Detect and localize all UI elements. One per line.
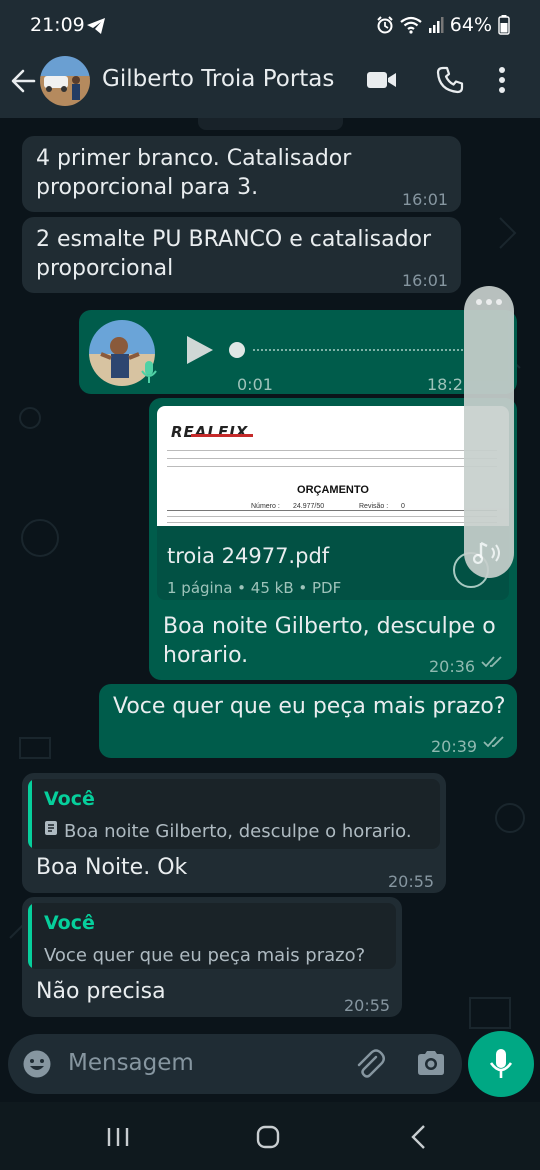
document-card[interactable]: REALFIX ORÇAMENTO Número : 24.977/50 Rev… (157, 406, 509, 600)
more-vert-icon[interactable] (498, 66, 506, 94)
message-input[interactable]: Mensagem (68, 1050, 194, 1076)
play-icon[interactable] (185, 334, 215, 366)
quote-accent-bar (28, 779, 32, 849)
message-text: Boa Noite. Ok (36, 855, 188, 880)
document-file-name: troia 24977.pdf (167, 544, 330, 568)
alarm-icon (377, 16, 393, 34)
message-text: Voce quer que eu peça mais prazo? (113, 694, 506, 719)
message-incoming[interactable]: 4 primer branco. Catalisador proporciona… (22, 136, 461, 212)
audio-progress-handle[interactable] (229, 342, 245, 358)
preview-title: ORÇAMENTO (297, 484, 369, 496)
system-nav-bar (0, 1102, 540, 1170)
quote-author: Você (44, 788, 95, 810)
home-icon[interactable] (256, 1125, 280, 1149)
recent-apps-icon[interactable] (106, 1126, 130, 1148)
chat-area[interactable]: 16:00 4 primer branco. Catalisador propo… (0, 118, 540, 1118)
status-bar: 21:09 64% (0, 0, 540, 52)
mic-button[interactable] (468, 1031, 534, 1097)
message-time: 16:01 (402, 190, 449, 209)
quoted-message[interactable]: Você Voce quer que eu peça mais prazo? (28, 903, 396, 969)
partial-time-label: 16:00 (198, 118, 343, 130)
wifi-icon (400, 16, 422, 34)
preview-logo-bar (191, 434, 253, 437)
audio-output-icon[interactable] (472, 540, 506, 566)
quote-accent-bar (28, 903, 32, 969)
status-time: 21:09 (30, 14, 85, 36)
quote-text: Boa noite Gilberto, desculpe o horario. (64, 821, 412, 842)
telegram-icon (87, 18, 105, 34)
message-text-line: 2 esmalte PU BRANCO e catalisador (36, 227, 432, 252)
mic-icon (489, 1049, 513, 1078)
camera-icon[interactable] (416, 1049, 446, 1077)
back-arrow-icon[interactable] (10, 68, 36, 94)
document-message-outgoing[interactable]: REALFIX ORÇAMENTO Número : 24.977/50 Rev… (149, 398, 517, 680)
battery-percent: 64% (449, 14, 492, 36)
message-text-line: proporcional (36, 256, 174, 281)
quote-text: Voce quer que eu peça mais prazo? (44, 945, 366, 966)
avatar-photo (40, 56, 90, 106)
quote-author: Você (44, 912, 95, 934)
message-text: Não precisa (36, 979, 166, 1004)
voice-note-mic-icon (141, 361, 157, 383)
read-ticks-icon (483, 736, 504, 748)
more-horiz-icon[interactable] (475, 298, 503, 306)
document-meta: 1 página • 45 kB • PDF (167, 579, 342, 597)
audio-waveform[interactable] (253, 349, 463, 351)
back-icon[interactable] (410, 1124, 426, 1150)
message-time: 20:55 (388, 872, 435, 891)
message-text-line: 4 primer branco. Catalisador (36, 146, 352, 171)
message-time: 20:36 (429, 657, 476, 676)
document-preview[interactable]: REALFIX ORÇAMENTO Número : 24.977/50 Rev… (157, 406, 509, 526)
message-time: 20:39 (431, 737, 478, 756)
phone-icon[interactable] (436, 66, 464, 94)
contact-avatar[interactable] (40, 56, 90, 106)
status-icons: 64% (376, 14, 510, 36)
signal-icon (428, 17, 444, 33)
floating-audio-panel[interactable] (464, 286, 514, 578)
read-ticks-icon (481, 656, 502, 668)
message-time: 20:55 (344, 996, 391, 1015)
message-text-line: Boa noite Gilberto, desculpe o (163, 614, 496, 639)
battery-icon (498, 15, 510, 35)
message-input-bar[interactable]: Mensagem (8, 1034, 462, 1094)
message-time: 16:01 (402, 271, 449, 290)
message-outgoing[interactable]: Voce quer que eu peça mais prazo? 20:39 (99, 684, 517, 758)
contact-name[interactable]: Gilberto Troia Portas (102, 66, 334, 92)
attach-icon[interactable] (354, 1048, 386, 1080)
reply-message-incoming[interactable]: Você Voce quer que eu peça mais prazo? N… (22, 897, 402, 1017)
message-text-line: proporcional para 3. (36, 175, 259, 200)
video-call-icon[interactable] (366, 68, 398, 92)
quoted-message[interactable]: Você Boa noite Gilberto, desculpe o hora… (28, 779, 440, 849)
preview-logo: REALFIX (171, 423, 249, 441)
message-incoming[interactable]: 2 esmalte PU BRANCO e catalisador propor… (22, 217, 461, 293)
emoji-icon[interactable] (22, 1049, 52, 1079)
voice-message-outgoing[interactable]: 0:01 18:2 (79, 310, 517, 394)
voice-duration: 0:01 (237, 375, 273, 394)
document-icon (45, 821, 57, 835)
reply-message-incoming[interactable]: Você Boa noite Gilberto, desculpe o hora… (22, 773, 446, 893)
message-time: 18:2 (427, 375, 463, 394)
chat-header: Gilberto Troia Portas (0, 52, 540, 118)
